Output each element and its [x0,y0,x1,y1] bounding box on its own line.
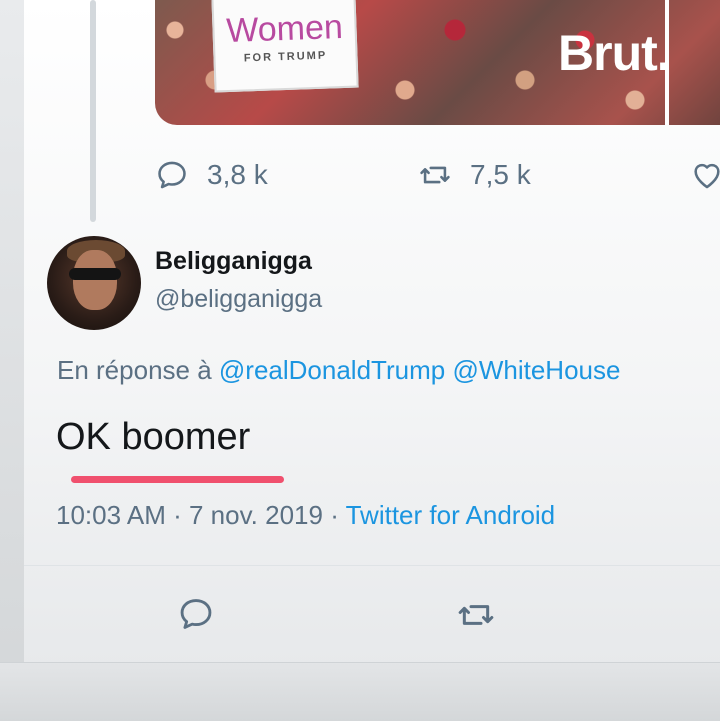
author-handle[interactable]: @beligganigga [155,285,322,314]
bottom-band [0,662,720,721]
actions-divider [24,565,720,566]
protest-sign: Women FOR TRUMP [211,0,359,93]
highlight-underline [71,476,284,483]
parent-like-button[interactable] [690,158,720,192]
thread-connector-line [90,0,96,222]
author-display-name[interactable]: Beligganigga [155,247,312,276]
tweet-date[interactable]: 7 nov. 2019 [189,500,323,530]
reply-count: 3,8 k [207,159,268,190]
retweet-count: 7,5 k [470,159,531,190]
mention-link-whitehouse[interactable]: @WhiteHouse [452,355,620,385]
tweet-metadata: 10:03 AM · 7 nov. 2019 · Twitter for And… [56,500,555,531]
reply-prefix: En réponse à [57,355,212,385]
sign-main-text: Women [225,7,344,51]
meta-separator: · [173,500,189,530]
sign-sub-text: FOR TRUMP [243,49,328,65]
reply-context: En réponse à @realDonaldTrump @WhiteHous… [57,355,620,386]
retweet-icon [458,605,494,625]
tweet-source-link[interactable]: Twitter for Android [346,500,556,530]
parent-retweet-button[interactable]: 7,5 k [418,158,531,192]
mention-link-realdonaldtrump[interactable]: @realDonaldTrump [219,355,445,385]
avatar-sunglasses [69,268,121,280]
avatar-face [73,250,117,310]
avatar[interactable] [47,236,141,330]
brut-watermark: Brut. [558,25,671,81]
heart-icon [694,163,720,189]
retweet-button[interactable] [456,595,496,635]
reply-icon [180,599,212,629]
page-margin [0,0,24,720]
meta-separator: · [330,500,346,530]
reply-button[interactable] [177,595,215,633]
retweet-icon [420,166,450,184]
reply-icon [158,161,186,189]
parent-reply-button[interactable]: 3,8 k [155,158,268,192]
tweet-time[interactable]: 10:03 AM [56,500,166,530]
tweet-text: OK boomer [56,416,251,458]
